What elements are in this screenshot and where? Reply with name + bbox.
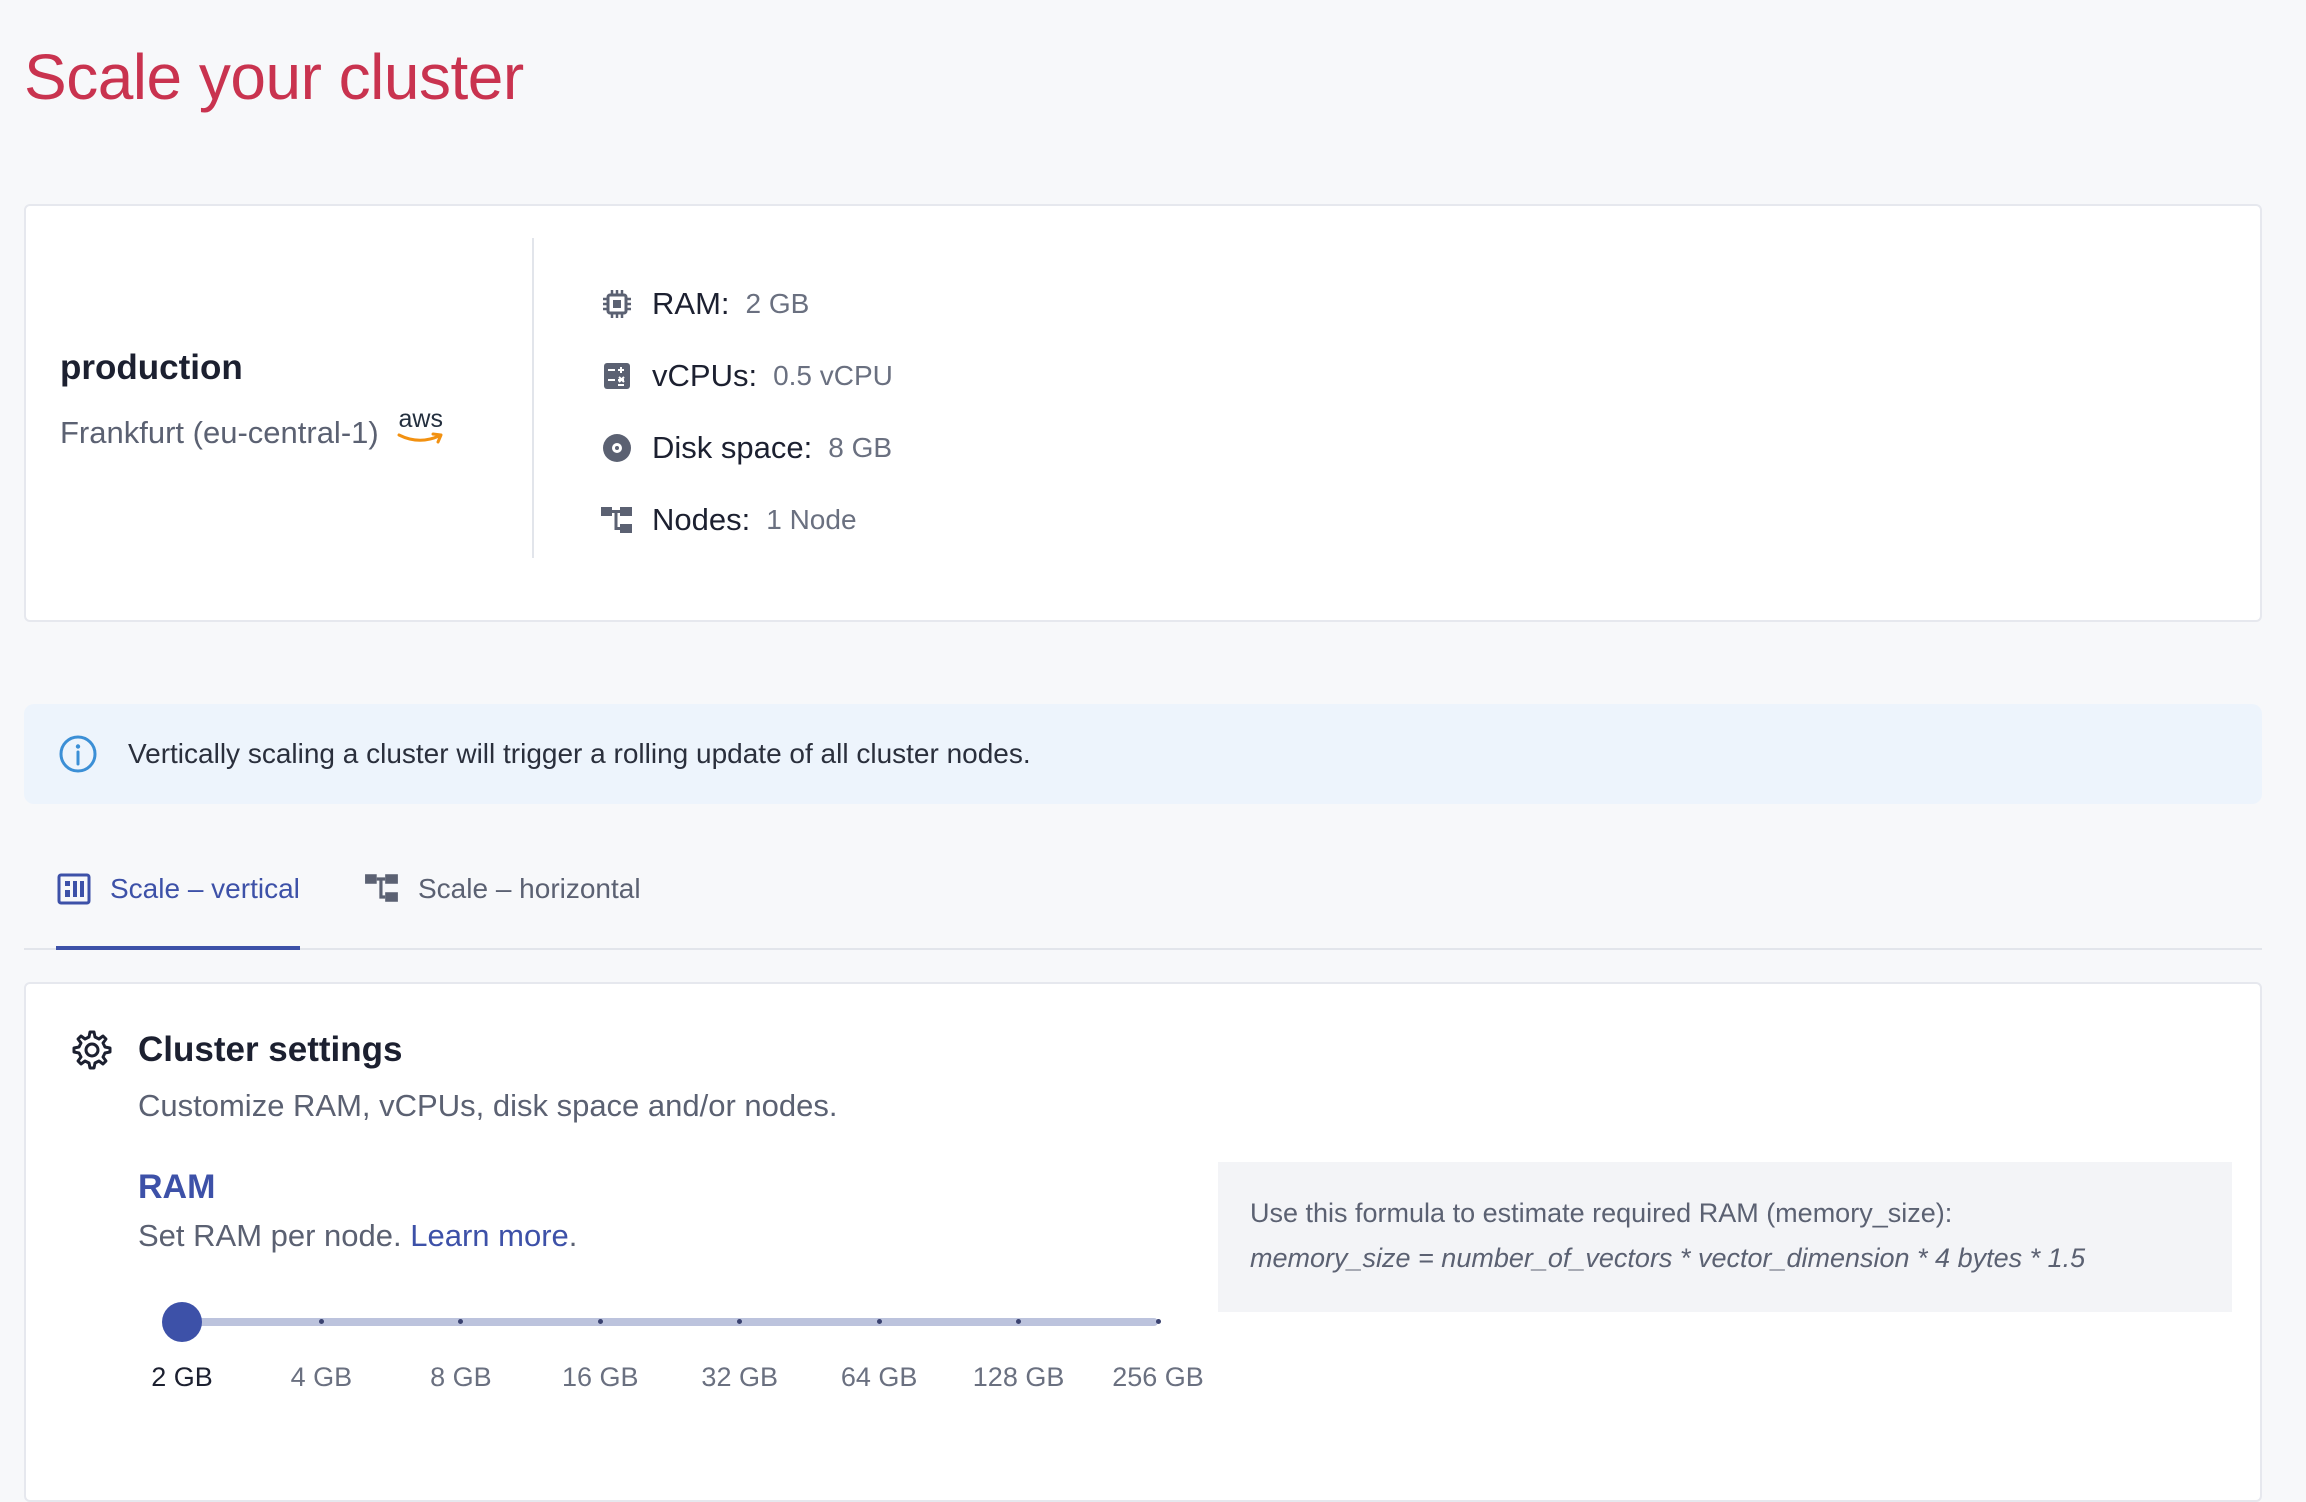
tab-scale-horizontal[interactable]: Scale – horizontal (364, 830, 641, 948)
gear-icon (70, 1028, 114, 1072)
cluster-region-row: Frankfurt (eu-central-1) aws (60, 406, 530, 452)
ram-description-text: Set RAM per node. (138, 1218, 402, 1253)
spec-disk-label: Disk space: (652, 430, 813, 465)
formula-expression: memory_size = number_of_vectors * vector… (1250, 1243, 2086, 1273)
ram-slider[interactable]: 2 GB 4 GB 8 GB 16 GB 32 GB 64 GB 128 GB 256 GB (116, 1284, 1216, 1404)
settings-title: Cluster settings (138, 1030, 403, 1069)
cluster-summary-card: production Frankfurt (eu-central-1) aws (24, 204, 2262, 622)
spec-vcpus: vCPUs: 0.5 vCPU (600, 340, 893, 412)
info-icon (58, 734, 98, 774)
ram-heading: RAM (138, 1168, 216, 1206)
spec-ram: RAM: 2 GB (600, 268, 893, 340)
aws-smile-icon (397, 432, 443, 444)
disk-icon (600, 431, 634, 465)
slider-option-label[interactable]: 128 GB (973, 1362, 1065, 1393)
formula-intro: Use this formula to estimate required RA… (1250, 1198, 1953, 1228)
cluster-specs: RAM: 2 GB vCPUs: 0.5 vCPU Disk space: 8 … (600, 268, 893, 556)
scale-tabs: Scale – vertical Scale – horizontal (24, 830, 2262, 950)
slider-option-label[interactable]: 256 GB (1112, 1362, 1204, 1393)
cluster-name: production (60, 348, 243, 387)
slider-thumb[interactable] (162, 1302, 202, 1342)
spec-disk-value: 8 GB (828, 432, 893, 463)
spec-nodes-label: Nodes: (652, 502, 751, 537)
spec-vcpus-label: vCPUs: (652, 358, 758, 393)
settings-subtitle: Customize RAM, vCPUs, disk space and/or … (138, 1088, 838, 1123)
formula-panel: Use this formula to estimate required RA… (1218, 1162, 2232, 1312)
page-title: Scale your cluster (24, 41, 524, 113)
slider-tick (876, 1319, 882, 1324)
nodes-icon (600, 503, 634, 537)
info-alert-text: Vertically scaling a cluster will trigge… (128, 738, 1031, 769)
slider-option-label[interactable]: 2 GB (151, 1362, 213, 1393)
slider-option-label[interactable]: 32 GB (701, 1362, 778, 1393)
vertical-scale-icon (56, 871, 92, 907)
aws-logo: aws (397, 406, 445, 444)
nodes-icon (364, 871, 400, 907)
slider-option-label[interactable]: 16 GB (562, 1362, 639, 1393)
spec-ram-label: RAM: (652, 286, 730, 321)
slider-tick (597, 1319, 603, 1324)
cluster-identity: production Frankfurt (eu-central-1) aws (60, 348, 530, 452)
slider-tick (1155, 1319, 1161, 1324)
tab-scale-vertical-label: Scale – vertical (110, 873, 300, 904)
spec-nodes-value: 1 Node (766, 504, 857, 535)
aws-logo-text: aws (398, 405, 443, 433)
ram-description-end: . (568, 1218, 578, 1253)
slider-option-label[interactable]: 8 GB (430, 1362, 492, 1393)
info-alert: Vertically scaling a cluster will trigge… (24, 704, 2262, 804)
calculator-icon (600, 359, 634, 393)
cpu-chip-icon (600, 287, 634, 321)
learn-more-link[interactable]: Learn more (410, 1218, 569, 1253)
spec-vcpus-value: 0.5 vCPU (773, 360, 893, 391)
tab-scale-horizontal-label: Scale – horizontal (418, 873, 641, 904)
slider-option-label[interactable]: 64 GB (841, 1362, 918, 1393)
slider-track[interactable] (182, 1318, 1158, 1326)
summary-divider (532, 238, 534, 558)
spec-ram-value: 2 GB (745, 288, 810, 319)
tab-scale-vertical[interactable]: Scale – vertical (56, 830, 300, 950)
cluster-region: Frankfurt (eu-central-1) (60, 415, 379, 450)
spec-disk: Disk space: 8 GB (600, 412, 893, 484)
slider-option-label[interactable]: 4 GB (291, 1362, 353, 1393)
ram-description: Set RAM per node. Learn more. (138, 1218, 577, 1254)
spec-nodes: Nodes: 1 Node (600, 484, 893, 556)
slider-tick (318, 1319, 324, 1324)
cluster-settings-card: Cluster settings Customize RAM, vCPUs, d… (24, 982, 2262, 1502)
